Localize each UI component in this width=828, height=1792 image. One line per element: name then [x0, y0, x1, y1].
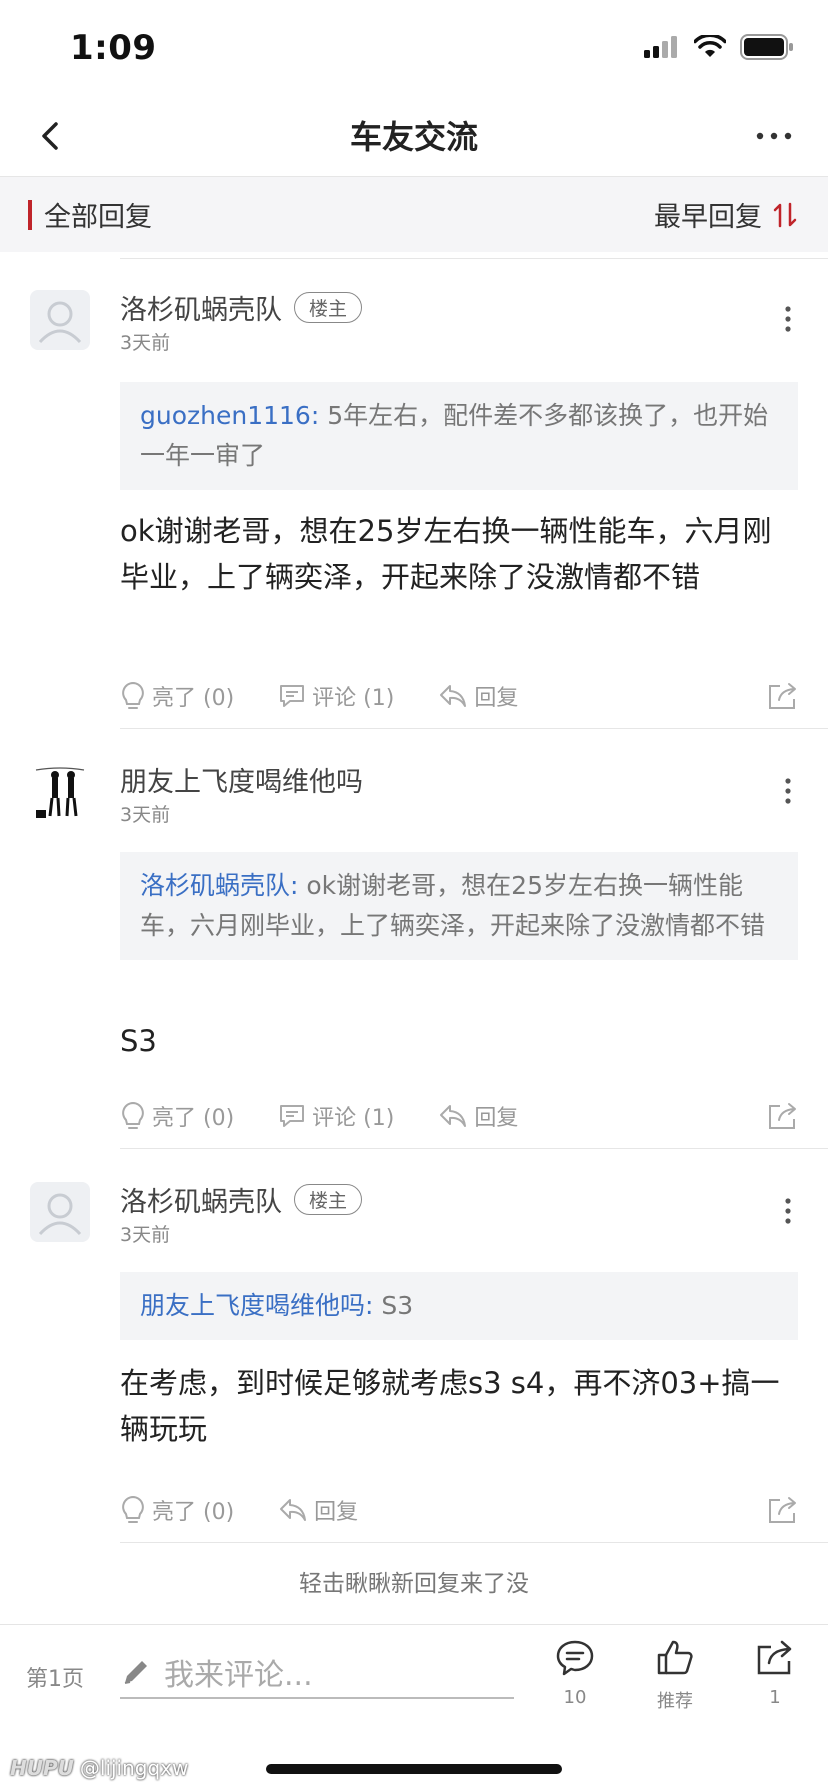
- share-icon[interactable]: [766, 680, 800, 712]
- avatar[interactable]: [30, 290, 90, 350]
- more-icon[interactable]: [754, 114, 794, 158]
- like-button[interactable]: 亮了 (0): [120, 1100, 234, 1132]
- share-icon: [757, 1640, 792, 1675]
- quote-author: guozhen1116:: [140, 401, 320, 430]
- comment-button[interactable]: 评论 (1): [278, 1100, 394, 1132]
- bottom-bar: 第1页 我来评论... 10 推荐 1: [0, 1624, 828, 1744]
- quoted-reply[interactable]: 洛杉矶蜗壳队: ok谢谢老哥，想在25岁左右换一辆性能车，六月刚毕业，上了辆奕泽…: [120, 852, 798, 960]
- lightbulb-icon: [122, 681, 144, 709]
- divider: [120, 728, 828, 729]
- sort-label: 最早回复: [654, 202, 762, 233]
- cellular-signal-icon: [644, 36, 677, 58]
- like-button[interactable]: 亮了 (0): [120, 1494, 234, 1526]
- avatar[interactable]: [30, 762, 90, 822]
- comment-label: 评论 (1): [312, 1106, 395, 1131]
- wifi-icon: [694, 35, 726, 57]
- reply-icon: [280, 1499, 307, 1521]
- all-replies-label: 全部回复: [28, 195, 152, 234]
- reply-icon: [440, 1105, 467, 1127]
- quoted-reply[interactable]: guozhen1116: 5年左右，配件差不多都该换了，也开始一年一审了: [120, 382, 798, 490]
- watermark: HUPU @lijingqxw: [10, 1756, 188, 1780]
- reply-label: 回复: [474, 686, 519, 711]
- quote-text: S3: [373, 1291, 414, 1320]
- default-avatar-icon: [38, 1193, 82, 1236]
- reply-author[interactable]: 洛杉矶蜗壳队 楼主: [120, 288, 363, 327]
- kebab-icon[interactable]: [782, 776, 794, 806]
- comment-label: 评论 (1): [312, 686, 395, 711]
- reply-actions: 亮了 (0) 评论 (1) 回复: [120, 676, 800, 716]
- author-name: 洛杉矶蜗壳队: [120, 1187, 282, 1218]
- reply-button[interactable]: 回复: [438, 1100, 518, 1132]
- comment-icon: [280, 1105, 305, 1127]
- battery-icon: [740, 34, 793, 60]
- avatar[interactable]: [30, 1182, 90, 1242]
- share-count: 1: [769, 1687, 781, 1708]
- reply-label: 回复: [474, 1106, 519, 1131]
- status-icons: [644, 34, 794, 60]
- comments-count: 10: [563, 1687, 587, 1708]
- page-indicator[interactable]: 第1页: [26, 1661, 84, 1693]
- divider: [120, 258, 828, 259]
- avatar-image: [30, 762, 90, 822]
- reply-time: 3天前: [120, 1224, 171, 1246]
- accent-bar: [28, 199, 32, 230]
- comments-button[interactable]: 10: [545, 1639, 605, 1708]
- default-avatar-icon: [38, 301, 82, 344]
- pencil-icon: [124, 1661, 147, 1684]
- reply-actions: 亮了 (0) 评论 (1) 回复: [120, 1096, 800, 1136]
- kebab-icon[interactable]: [782, 304, 794, 334]
- thumbs-up-icon: [657, 1640, 693, 1675]
- comment-placeholder: 我来评论...: [164, 1658, 313, 1693]
- nav-bar: 车友交流: [0, 96, 828, 176]
- status-time: 1:09: [70, 28, 157, 68]
- reply-label: 回复: [314, 1500, 359, 1525]
- author-name: 朋友上飞度喝维他吗: [120, 767, 363, 798]
- home-indicator[interactable]: [266, 1764, 562, 1774]
- like-label: 亮了 (0): [152, 1106, 235, 1131]
- recommend-button[interactable]: 推荐: [645, 1639, 705, 1713]
- quoted-reply[interactable]: 朋友上飞度喝维他吗: S3: [120, 1272, 798, 1340]
- share-button[interactable]: 1: [745, 1639, 805, 1708]
- comment-input[interactable]: 我来评论...: [120, 1647, 514, 1699]
- divider: [120, 1148, 828, 1149]
- lightbulb-icon: [122, 1101, 144, 1129]
- like-button[interactable]: 亮了 (0): [120, 680, 234, 712]
- comment-icon: [556, 1640, 594, 1676]
- share-icon[interactable]: [766, 1494, 800, 1526]
- reply-body: S3: [120, 1024, 157, 1058]
- reply-author[interactable]: 朋友上飞度喝维他吗: [120, 760, 363, 799]
- all-replies-text: 全部回复: [44, 202, 152, 233]
- reply-author[interactable]: 洛杉矶蜗壳队 楼主: [120, 1180, 363, 1219]
- like-label: 亮了 (0): [152, 686, 235, 711]
- divider: [120, 1542, 828, 1543]
- reply-button[interactable]: 回复: [278, 1494, 358, 1526]
- load-new-replies-button[interactable]: 轻击瞅瞅新回复来了没: [0, 1564, 828, 1598]
- op-badge: 楼主: [294, 1184, 363, 1215]
- sort-icon: [773, 202, 797, 227]
- recommend-label: 推荐: [657, 1691, 693, 1712]
- watermark-user: @lijingqxw: [79, 1756, 189, 1780]
- status-bar: 1:09: [0, 0, 828, 96]
- comment-icon: [280, 685, 305, 707]
- reply-time: 3天前: [120, 332, 171, 354]
- kebab-icon[interactable]: [782, 1196, 794, 1226]
- watermark-brand: HUPU: [10, 1756, 74, 1780]
- page-title: 车友交流: [349, 118, 478, 156]
- op-badge: 楼主: [294, 292, 363, 323]
- reply-actions: 亮了 (0) 回复: [120, 1490, 800, 1530]
- share-icon[interactable]: [766, 1100, 800, 1132]
- like-label: 亮了 (0): [152, 1500, 235, 1525]
- reply-icon: [440, 685, 467, 707]
- lightbulb-icon: [122, 1495, 144, 1523]
- quote-author: 洛杉矶蜗壳队:: [140, 871, 299, 900]
- sort-toggle[interactable]: 最早回复: [654, 195, 798, 234]
- reply-button[interactable]: 回复: [438, 680, 518, 712]
- replies-header: 全部回复 最早回复: [0, 176, 828, 252]
- reply-body: 在考虑，到时候足够就考虑s3 s4，再不济03+搞一辆玩玩: [120, 1366, 780, 1446]
- quote-author: 朋友上飞度喝维他吗:: [140, 1291, 374, 1320]
- reply-body: ok谢谢老哥，想在25岁左右换一辆性能车，六月刚毕业，上了辆奕泽，开起来除了没激…: [120, 514, 772, 594]
- reply-time: 3天前: [120, 804, 171, 826]
- author-name: 洛杉矶蜗壳队: [120, 295, 282, 326]
- comment-button[interactable]: 评论 (1): [278, 680, 394, 712]
